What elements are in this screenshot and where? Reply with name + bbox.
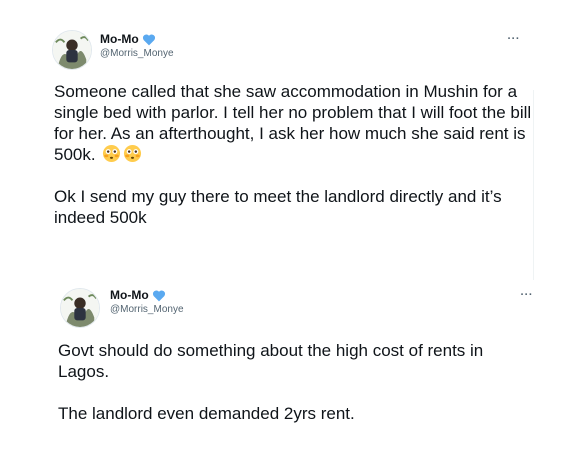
tweet-paragraph: The landlord even demanded 2yrs rent. [58,404,355,423]
author-name-row[interactable]: Mo-Mo [100,32,156,46]
tweet-2[interactable]: Mo-Mo @Morris_Monye ··· Govt should do s… [46,278,543,438]
more-options-icon[interactable]: ··· [521,290,534,301]
tweet-paragraph: Someone called that she saw accommodatio… [54,82,532,164]
avatar[interactable] [60,288,100,328]
tweet-text: Someone called that she saw accommodatio… [54,81,534,228]
author-handle[interactable]: @Morris_Monye [100,48,174,60]
flushed-face-emoji [102,144,121,163]
tweet-paragraph: Ok I send my guy there to meet the landl… [54,187,502,227]
avatar[interactable] [52,30,92,70]
author-name[interactable]: Mo-Mo [100,32,139,46]
tweet-paragraph: Govt should do something about the high … [58,341,484,381]
author-name-row[interactable]: Mo-Mo [110,288,166,302]
tweet-1[interactable]: Mo-Mo @Morris_Monye ··· Someone called t… [40,16,540,278]
author-name[interactable]: Mo-Mo [110,288,149,302]
avatar-photo [53,31,91,69]
flushed-face-emoji [123,144,142,163]
author-handle[interactable]: @Morris_Monye [110,304,184,316]
more-options-icon[interactable]: ··· [508,34,521,45]
tweet-text: Govt should do something about the high … [58,340,538,424]
blue-heart-icon [142,33,156,46]
avatar-photo [61,289,99,327]
blue-heart-icon [152,289,166,302]
